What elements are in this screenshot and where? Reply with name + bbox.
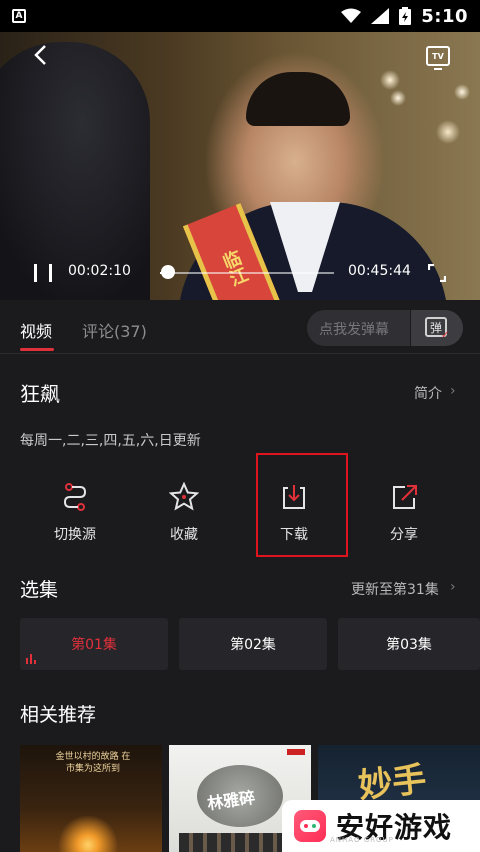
video-player[interactable]: 临江 bbox=[0, 32, 480, 300]
wifi-icon bbox=[341, 8, 362, 23]
video-sash-text: 临江 bbox=[217, 247, 251, 289]
chevron-right-icon: › bbox=[450, 579, 456, 595]
favorite-button[interactable]: 收藏 bbox=[129, 478, 239, 558]
update-schedule: 每周一,二,三,四,五,六,日更新 bbox=[20, 433, 201, 449]
current-time: 00:02:10 bbox=[68, 263, 131, 279]
app-notification-icon: A bbox=[12, 9, 26, 23]
duration: 00:45:44 bbox=[348, 263, 411, 279]
check-icon: ✓ bbox=[441, 330, 450, 341]
episode-label: 第01集 bbox=[71, 637, 117, 653]
share-button[interactable]: 分享 bbox=[349, 478, 459, 558]
recommend-title: 相关推荐 bbox=[20, 704, 97, 726]
recommend-poster[interactable]: 金世以村的故路 在市集为这所到 bbox=[20, 745, 162, 852]
video-figure-left bbox=[0, 42, 150, 300]
poster-caption: 金世以村的故路 在市集为这所到 bbox=[55, 752, 131, 774]
episode-item[interactable]: 第01集 bbox=[20, 618, 168, 670]
show-title: 狂飙 bbox=[20, 382, 60, 406]
episode-item[interactable]: 第03集 bbox=[338, 618, 480, 670]
tv-cast-icon[interactable]: TV bbox=[426, 46, 450, 70]
tab-active-indicator bbox=[20, 348, 54, 351]
status-icons: 5:10 bbox=[341, 6, 468, 27]
tab-comment[interactable]: 评论(37) bbox=[82, 318, 147, 342]
pause-button[interactable] bbox=[34, 264, 52, 282]
episodes-update[interactable]: 更新至第31集 bbox=[351, 579, 439, 599]
progress-track[interactable] bbox=[160, 272, 334, 274]
episodes-title: 选集 bbox=[20, 579, 59, 601]
episode-label: 第02集 bbox=[230, 637, 276, 653]
clock: 5:10 bbox=[421, 5, 468, 27]
watermark-subtext: ANHAO GROUP bbox=[330, 836, 394, 844]
poster-cast bbox=[179, 833, 299, 852]
danmu-bar[interactable]: 点我发弹幕 弹 ✓ bbox=[307, 310, 463, 346]
status-bar: A 5:10 bbox=[0, 0, 480, 32]
video-figure-hair bbox=[246, 72, 350, 126]
poster-badge bbox=[287, 749, 305, 755]
gamepad-icon bbox=[294, 810, 326, 842]
share-icon bbox=[393, 485, 417, 509]
watermark: 安好游戏 bbox=[282, 800, 480, 852]
star-icon bbox=[169, 482, 199, 511]
switch-source-button[interactable]: 切换源 bbox=[20, 478, 130, 558]
intro-link[interactable]: 简介 bbox=[414, 383, 442, 403]
signal-icon bbox=[371, 8, 390, 24]
episode-label: 第03集 bbox=[386, 637, 432, 653]
playing-icon bbox=[26, 654, 36, 664]
tab-video[interactable]: 视频 bbox=[20, 318, 52, 342]
download-highlight-box bbox=[256, 453, 348, 557]
favorite-label: 收藏 bbox=[170, 527, 198, 543]
share-label: 分享 bbox=[390, 527, 418, 543]
fullscreen-icon[interactable] bbox=[428, 264, 446, 282]
danmu-input[interactable]: 点我发弹幕 bbox=[319, 319, 389, 339]
chevron-right-icon: › bbox=[450, 383, 456, 399]
battery-icon bbox=[399, 7, 412, 25]
danmu-toggle-button[interactable]: 弹 ✓ bbox=[410, 310, 463, 346]
back-icon[interactable] bbox=[30, 44, 52, 66]
switch-source-icon bbox=[63, 483, 87, 511]
episode-item[interactable]: 第02集 bbox=[179, 618, 327, 670]
switch-source-label: 切换源 bbox=[54, 527, 96, 543]
